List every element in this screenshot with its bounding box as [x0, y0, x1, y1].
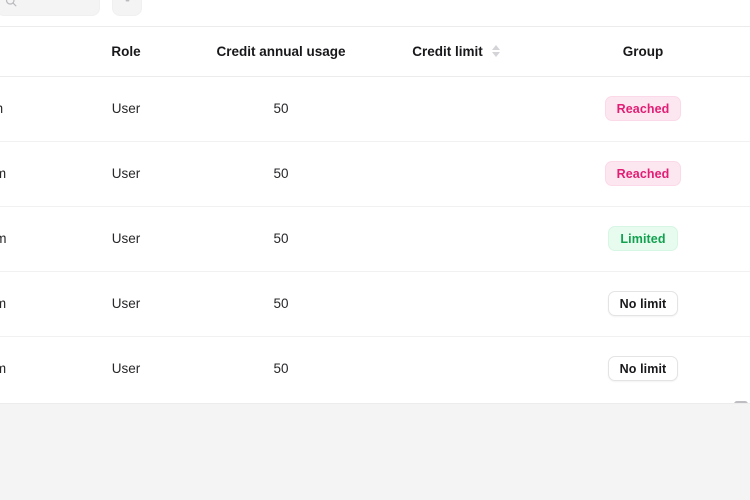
search-input[interactable] [23, 0, 91, 6]
cell-email: me Lach@gmail.com [0, 206, 66, 272]
status-badge[interactable]: Limited [608, 226, 678, 251]
cell-role: User [66, 76, 186, 142]
sort-descending-icon [491, 52, 500, 58]
table-row[interactable]: me Lach@gmail.com User 50 Limited [0, 206, 750, 272]
cell-credit-limit [376, 206, 536, 272]
cell-group: Reached [536, 141, 750, 207]
users-table-card: Role Credit annual usage Credit limit Gr… [0, 0, 750, 404]
table-row[interactable]: er Erson@gmail.com User 50 No limit [0, 336, 750, 402]
cell-credit-annual-usage: 50 [186, 76, 376, 142]
cell-email: er Erson@gmail.com [0, 141, 66, 207]
table-header: Role Credit annual usage Credit limit Gr… [0, 27, 750, 77]
column-header-role[interactable]: Role [66, 27, 186, 77]
cell-role: User [66, 336, 186, 402]
cell-credit-limit [376, 141, 536, 207]
cell-credit-annual-usage: 50 [186, 336, 376, 402]
cell-email: er Erson@gmail.com [0, 271, 66, 337]
cell-credit-annual-usage: 50 [186, 141, 376, 207]
cell-group: Reached [536, 76, 750, 142]
column-header-credit-limit[interactable]: Credit limit [376, 27, 536, 77]
cell-group: No limit [536, 336, 750, 402]
cell-email: Schmitt@gmail.com [0, 76, 66, 142]
column-header-group[interactable]: Group [536, 27, 750, 77]
search-input-wrapper[interactable] [0, 0, 100, 16]
table-row[interactable]: er Erson@gmail.com User 50 No limit [0, 271, 750, 337]
cell-credit-limit [376, 76, 536, 142]
table-scroll-viewport[interactable]: Role Credit annual usage Credit limit Gr… [0, 27, 750, 404]
column-header-email[interactable] [0, 27, 66, 77]
filter-button[interactable] [112, 0, 142, 16]
status-badge[interactable]: Reached [604, 161, 682, 186]
table-body: Schmitt@gmail.com User 50 Reached er Ers… [0, 76, 750, 402]
page-root: Role Credit annual usage Credit limit Gr… [0, 0, 750, 500]
status-badge[interactable]: Reached [604, 96, 682, 121]
cell-role: User [66, 271, 186, 337]
table-row[interactable]: Schmitt@gmail.com User 50 Reached [0, 76, 750, 142]
table-row[interactable]: er Erson@gmail.com User 50 Reached [0, 141, 750, 207]
table-toolbar [0, 0, 750, 26]
cell-credit-limit [376, 336, 536, 402]
status-badge[interactable]: No limit [607, 356, 679, 381]
sortable-header-inner: Credit limit [412, 44, 500, 59]
filter-icon [121, 0, 134, 9]
users-table: Role Credit annual usage Credit limit Gr… [0, 27, 750, 402]
cell-credit-annual-usage: 50 [186, 206, 376, 272]
page-background-below-card [0, 404, 750, 500]
cell-group: Limited [536, 206, 750, 272]
sort-arrows-icon[interactable] [491, 45, 500, 58]
cell-role: User [66, 141, 186, 207]
status-badge[interactable]: No limit [607, 291, 679, 316]
column-header-credit-limit-label: Credit limit [412, 43, 483, 59]
cell-email: er Erson@gmail.com [0, 336, 66, 402]
search-icon [5, 0, 17, 7]
column-header-credit-annual-usage[interactable]: Credit annual usage [186, 27, 376, 77]
cell-role: User [66, 206, 186, 272]
cell-credit-annual-usage: 50 [186, 271, 376, 337]
sort-ascending-icon [491, 45, 500, 51]
cell-group: No limit [536, 271, 750, 337]
cell-credit-limit [376, 271, 536, 337]
table-header-row: Role Credit annual usage Credit limit Gr… [0, 27, 750, 77]
